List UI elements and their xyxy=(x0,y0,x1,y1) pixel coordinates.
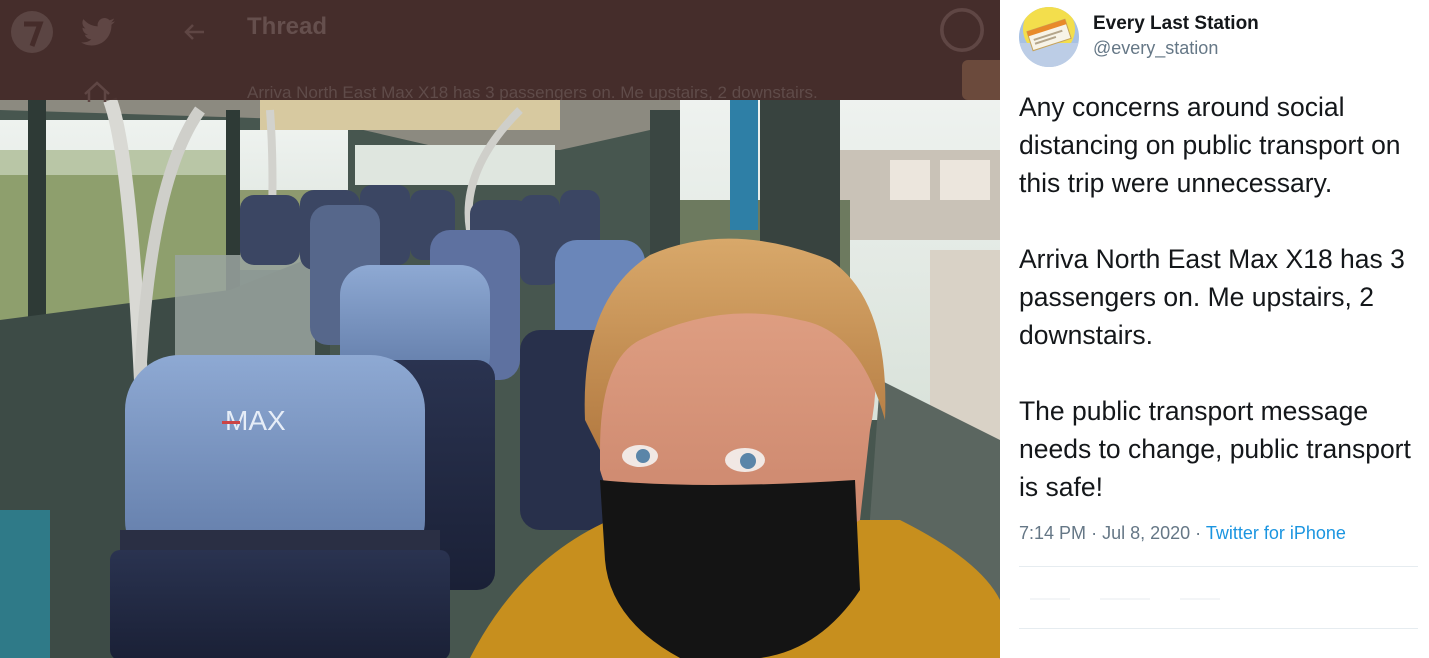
divider xyxy=(1019,566,1418,567)
tweet-paragraph: Arriva North East Max X18 has 3 passenge… xyxy=(1019,244,1405,350)
media-viewer[interactable]: MAX Thread Arriva North East Max X18 has xyxy=(0,0,1000,658)
tweet-time[interactable]: 7:14 PM xyxy=(1019,523,1086,543)
tweet-text: Any concerns around social distancing on… xyxy=(1019,88,1419,506)
tweet-detail-panel: Every Last Station @every_station Any co… xyxy=(1000,0,1429,658)
tweet-paragraph: The public transport message needs to ch… xyxy=(1019,396,1411,502)
seat-max-logo: MAX xyxy=(225,405,286,436)
back-arrow-icon[interactable] xyxy=(172,10,216,54)
tweet-meta: 7:14 PM · Jul 8, 2020 · Twitter for iPho… xyxy=(1019,523,1346,544)
divider xyxy=(1019,628,1418,629)
thread-title: Thread xyxy=(247,13,328,40)
twitter-bird-icon[interactable] xyxy=(76,10,120,54)
author-handle[interactable]: @every_station xyxy=(1093,38,1218,59)
author-name[interactable]: Every Last Station xyxy=(1093,13,1259,35)
engagement-row-placeholder xyxy=(1030,598,1220,600)
tweet-date[interactable]: Jul 8, 2020 xyxy=(1102,523,1190,543)
thread-tweet-preview: Arriva North East Max X18 has 3 passenge… xyxy=(247,84,818,100)
thread-header-overlay: Thread Arriva North East Max X18 has 3 p… xyxy=(0,0,1000,102)
tweet-paragraph: Any concerns around social distancing on… xyxy=(1019,92,1401,198)
home-icon[interactable] xyxy=(82,80,112,102)
meta-separator: · xyxy=(1091,523,1098,543)
thread-media-thumbnail[interactable] xyxy=(962,60,1000,100)
author-avatar[interactable] xyxy=(1019,7,1079,67)
profile-avatar-icon[interactable] xyxy=(940,8,984,52)
tweet-source-link[interactable]: Twitter for iPhone xyxy=(1206,523,1346,543)
meta-separator: · xyxy=(1195,523,1202,543)
tweetdeck-logo-icon[interactable] xyxy=(10,10,54,54)
